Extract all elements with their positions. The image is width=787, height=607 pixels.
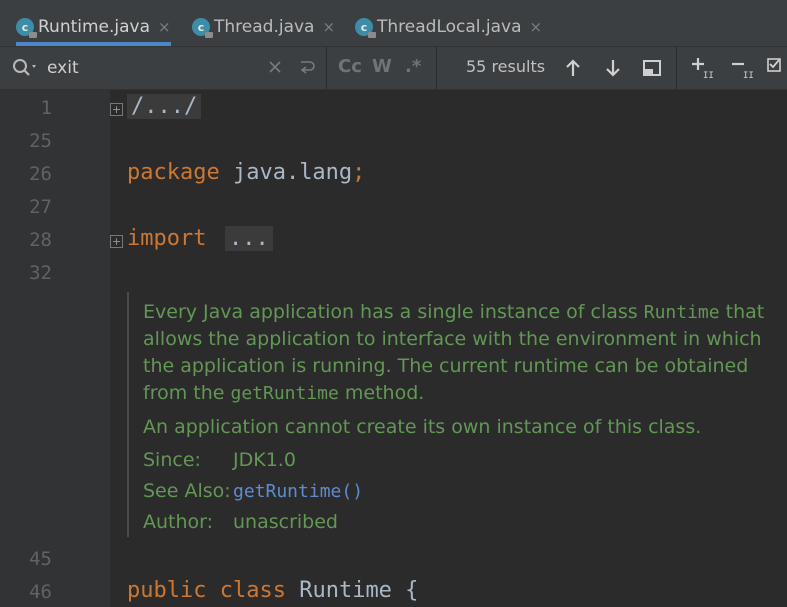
close-icon[interactable]: × [322,18,335,36]
line-number: 28 [29,229,52,251]
svg-text:II: II [743,71,754,80]
divider [676,47,677,89]
previous-occurrence-icon[interactable] [564,58,582,78]
close-icon[interactable]: × [530,18,543,36]
new-line-icon[interactable] [297,57,317,77]
class-icon: c [192,18,213,38]
doc-see-also-link[interactable]: getRuntime() [233,481,363,502]
add-occurrence-icon[interactable]: II [690,56,716,80]
match-case-button[interactable]: Cc [338,56,362,77]
doc-line: allows the application to interface with… [143,328,762,350]
doc-author-label: Author: [143,511,214,533]
doc-line: the application is running. The current … [143,355,749,377]
close-icon[interactable]: × [158,18,171,36]
remove-occurrence-icon[interactable]: II [730,56,756,80]
doc-line: from the getRuntime method. [143,382,425,404]
semicolon: ; [352,160,366,185]
clear-search-icon[interactable] [268,58,282,76]
expand-fold-icon[interactable]: + [110,103,123,116]
rendered-doc-comment: Every Java application has a single inst… [127,292,769,537]
line-number: 45 [29,548,52,570]
filter-results-icon[interactable] [642,59,662,77]
search-history-icon[interactable] [12,58,40,78]
class-icon: c [16,18,37,38]
divider [326,47,327,89]
search-results-count: 55 results [466,57,546,76]
line-number: 46 [29,581,52,603]
doc-code: Runtime [643,302,720,323]
doc-code: getRuntime [230,383,339,404]
doc-see-also-label: See Also: [143,480,231,502]
editor-tab-bar: c Runtime.java × c Thread.java × c Threa… [0,0,787,47]
class-declaration: public class Runtime { [127,578,418,603]
doc-line: An application cannot create its own ins… [143,416,702,438]
search-input[interactable] [47,57,247,79]
keyword: class [219,578,286,603]
lock-icon [205,32,213,38]
folded-imports[interactable]: ... [225,226,273,251]
divider [436,47,437,89]
doc-since-label: Since: [143,449,201,471]
tab-thread-java[interactable]: c Thread.java × [192,8,335,46]
keyword: package [127,160,220,185]
package-name: java.lang [219,160,353,185]
find-toolbar: Cc W .* 55 results II II [0,47,787,90]
tab-runtime-java[interactable]: c Runtime.java × [16,8,171,46]
import-statement: import [127,226,206,251]
regex-button[interactable]: .* [405,56,421,77]
svg-text:II: II [703,71,714,80]
next-occurrence-icon[interactable] [604,58,622,78]
tab-label: Thread.java [214,17,315,37]
doc-see-also-wrap: getRuntime() [233,478,363,505]
package-declaration: package java.lang; [127,160,365,185]
line-number: 32 [29,262,52,284]
class-name: Runtime { [285,578,419,603]
doc-author-value: unascribed [233,511,338,533]
line-number: 26 [29,163,52,185]
line-number: 1 [40,97,52,119]
class-icon: c [355,18,376,38]
line-number: 25 [29,130,52,152]
line-number: 27 [29,196,52,218]
lock-icon [368,32,376,38]
tab-label: Runtime.java [38,17,151,37]
keyword: import [127,226,207,251]
tab-threadlocal-java[interactable]: c ThreadLocal.java × [355,8,542,46]
keyword: public [127,578,207,603]
select-all-occurrences-icon[interactable] [766,56,787,80]
tab-label: ThreadLocal.java [377,17,522,37]
expand-fold-icon[interactable]: + [110,235,123,248]
doc-line: Every Java application has a single inst… [143,301,765,323]
lock-icon [29,32,37,38]
folded-header-comment[interactable]: /.../ [127,94,202,119]
whole-words-button[interactable]: W [372,56,392,77]
doc-since-value: JDK1.0 [233,449,296,471]
